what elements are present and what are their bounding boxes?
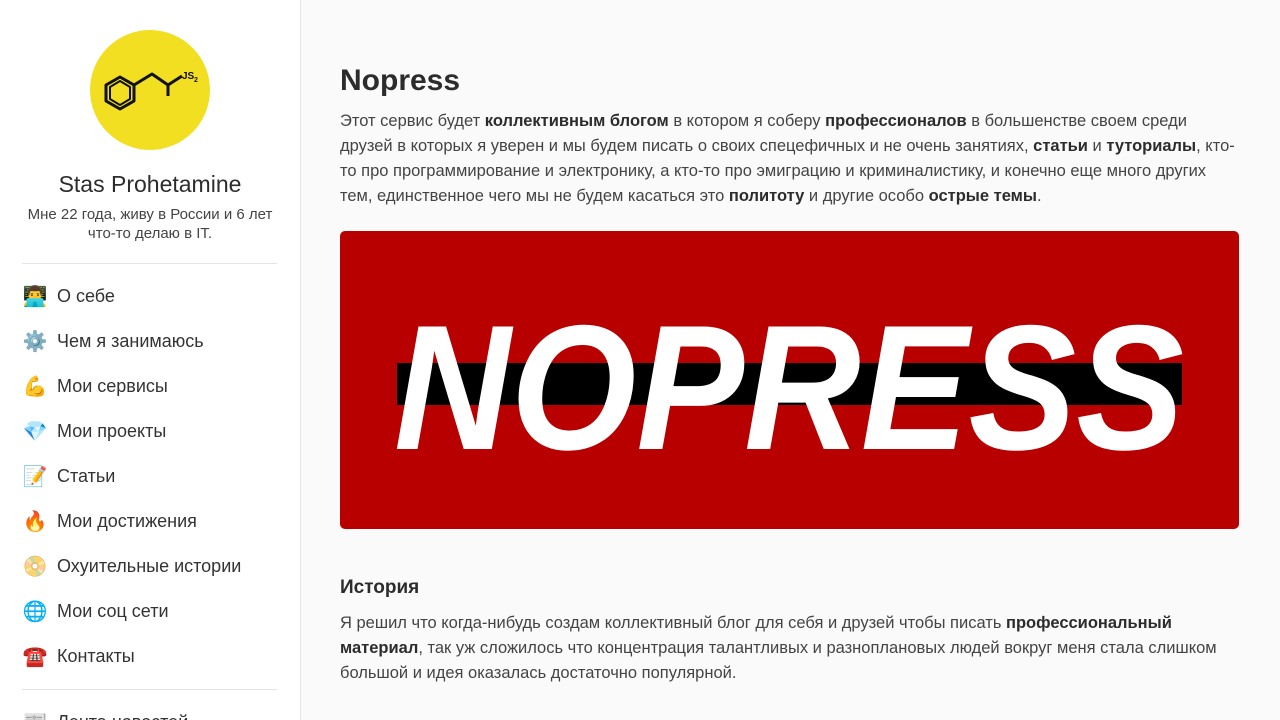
sidebar-nav: 👨‍💻 О себе ⚙️ Чем я занимаюсь 💪 Мои сервисы 💎 М… (0, 274, 300, 679)
sidebar-item-label: Чем я занимаюсь (57, 331, 204, 351)
dvd-icon: 📀 (22, 555, 48, 578)
molecule-logo-icon: JS 2 (104, 71, 198, 111)
sidebar-item-1[interactable]: ⚙️ Чем я занимаюсь (0, 319, 300, 364)
banner-text: NOPRESS (394, 288, 1184, 487)
avatar[interactable]: JS 2 (90, 30, 210, 150)
nopress-banner: NOPRESS (340, 231, 1239, 529)
svg-text:2: 2 (194, 77, 198, 84)
sidebar-item-label: Мои проекты (57, 421, 167, 441)
profile-name: Stas Prohetamine (58, 171, 242, 197)
sidebar-item-label: Статьи (57, 466, 116, 486)
newspaper-icon: 📰 (22, 710, 48, 720)
technologist-icon: 👨‍💻 (22, 285, 48, 308)
sidebar-item-5[interactable]: 🔥 Мои достижения (0, 499, 300, 544)
divider (22, 689, 277, 690)
sidebar-item-label: Мои сервисы (57, 376, 168, 396)
sidebar-item-8[interactable]: ☎️ Контакты (0, 634, 300, 679)
sidebar-item-label: О себе (57, 286, 115, 306)
sidebar-item-0[interactable]: 👨‍💻 О себе (0, 274, 300, 319)
sidebar-item-label: Охуительные истории (57, 556, 242, 576)
intro-paragraph: Этот сервис будет коллективным блогом в … (340, 112, 1235, 205)
sidebar: JS 2 Stas Prohetamine Мне 22 года, живу … (0, 0, 301, 720)
page-title: Nopress (340, 64, 461, 97)
fire-icon: 🔥 (22, 510, 48, 533)
sidebar-item-4[interactable]: 📝 Статьи (0, 454, 300, 499)
sidebar-item-label: Лента новостей (57, 712, 188, 720)
sidebar-item-2[interactable]: 💪 Мои сервисы (0, 364, 300, 409)
sidebar-item-news-feed[interactable]: 📰 Лента новостей (0, 700, 300, 720)
sidebar-item-7[interactable]: 🌐 Мои соц сети (0, 589, 300, 634)
sidebar-item-label: Контакты (57, 646, 135, 666)
divider (22, 263, 277, 264)
sidebar-item-label: Мои достижения (57, 511, 197, 531)
sidebar-item-6[interactable]: 📀 Охуительные истории (0, 544, 300, 589)
globe-icon: 🌐 (22, 600, 48, 623)
history-paragraph: Я решил что когда-нибудь создам коллекти… (340, 614, 1217, 682)
flexed-biceps-icon: 💪 (22, 375, 48, 398)
section-title-history: История (340, 577, 420, 598)
gear-icon: ⚙️ (22, 330, 48, 353)
svg-text:JS: JS (182, 71, 195, 82)
profile-bio: Мне 22 года, живу в России и 6 лет что-т… (27, 206, 273, 242)
nopress-logo: NOPRESS (394, 288, 1184, 487)
memo-icon: 📝 (22, 465, 48, 488)
gem-icon: 💎 (22, 420, 48, 443)
sidebar-item-label: Мои соц сети (57, 601, 169, 621)
telephone-icon: ☎️ (22, 645, 48, 668)
sidebar-item-3[interactable]: 💎 Мои проекты (0, 409, 300, 454)
